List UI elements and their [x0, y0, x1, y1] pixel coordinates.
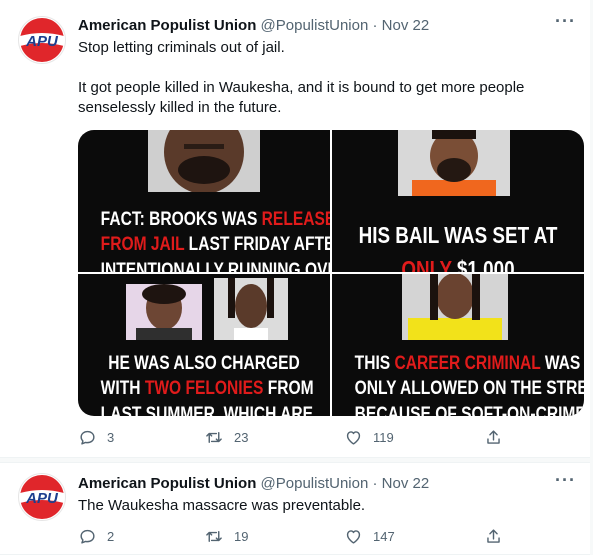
handle[interactable]: @PopulistUnion — [261, 17, 369, 34]
mugshot-photo — [126, 284, 202, 340]
retweet-arrows-icon — [206, 531, 222, 542]
like-button[interactable]: 119 — [344, 428, 394, 447]
tweet-header: American Populist Union @PopulistUnion ·… — [78, 17, 429, 34]
timeline: APU American Populist Union @PopulistUni… — [0, 0, 593, 555]
retweet-button[interactable]: 19 — [204, 527, 248, 546]
more-options-icon[interactable]: ··· — [555, 11, 576, 32]
caption-line: HE WAS ALSO CHARGED — [108, 353, 300, 374]
action-bar: 2 19 147 — [78, 527, 518, 547]
mugshot-photo — [402, 274, 508, 340]
caption-line: BECAUSE OF SOFT-ON-CRIME — [354, 404, 584, 416]
retweet-arrows-icon — [206, 432, 222, 443]
reply-count: 3 — [107, 430, 115, 445]
tweet[interactable]: APU American Populist Union @PopulistUni… — [0, 0, 590, 458]
mugshot-photo — [398, 130, 510, 196]
caption-line: HIS BAIL WAS SET AT — [358, 222, 558, 248]
media-image[interactable]: HIS BAIL WAS SET AT ONLY $1,000 — [332, 130, 584, 272]
share-button[interactable] — [484, 428, 503, 447]
retweet-count: 19 — [234, 529, 249, 544]
retweet-button[interactable]: 23 — [204, 428, 248, 447]
heart-icon — [346, 530, 361, 544]
reply-button[interactable]: 2 — [78, 527, 114, 546]
tweet-header: American Populist Union @PopulistUnion ·… — [78, 475, 429, 492]
share-upload-icon — [487, 529, 500, 543]
speech-bubble-icon — [80, 529, 95, 544]
display-name[interactable]: American Populist Union — [78, 475, 256, 492]
tweet-text-line: The Waukesha massacre was preventable. — [78, 497, 366, 514]
caption-line: ONLY $1,000 — [401, 256, 515, 272]
media-image[interactable]: FACT: BROOKS WAS RELEASED FROM JAIL LAST… — [78, 130, 330, 272]
heart-icon — [346, 431, 361, 445]
caption-line: WITH TWO FELONIES FROM — [100, 378, 314, 399]
media-image[interactable]: HE WAS ALSO CHARGED WITH TWO FELONIES FR… — [78, 274, 330, 416]
mugshot-photo — [214, 278, 288, 340]
reply-button[interactable]: 3 — [78, 428, 114, 447]
tweet-text-line: Stop letting criminals out of jail. — [78, 39, 285, 56]
reply-count: 2 — [107, 529, 115, 544]
caption-line: FACT: BROOKS WAS RELEASED — [100, 209, 330, 230]
tweet-date[interactable]: Nov 22 — [382, 475, 430, 492]
mugshot-photo — [148, 130, 260, 192]
share-upload-icon — [487, 430, 500, 444]
caption-line: FROM JAIL LAST FRIDAY AFTER — [100, 234, 330, 255]
avatar[interactable]: APU — [18, 16, 66, 64]
tweet-text-line: It got people killed in Waukesha, and it… — [78, 79, 525, 116]
media-grid[interactable]: FACT: BROOKS WAS RELEASED FROM JAIL LAST… — [78, 130, 584, 416]
display-name[interactable]: American Populist Union — [78, 17, 256, 34]
tweet-date[interactable]: Nov 22 — [382, 17, 430, 34]
media-image[interactable]: THIS CAREER CRIMINAL WAS ONLY ALLOWED ON… — [332, 274, 584, 416]
caption-line: THIS CAREER CRIMINAL WAS — [354, 353, 581, 374]
action-bar: 3 23 119 — [78, 428, 518, 448]
separator-dot: · — [372, 17, 378, 34]
avatar-logo-text: APU — [25, 33, 59, 50]
retweet-count: 23 — [234, 430, 249, 445]
like-count: 147 — [373, 529, 395, 544]
more-options-icon[interactable]: ··· — [555, 470, 576, 491]
avatar-logo-text: APU — [25, 490, 59, 507]
caption-line: LAST SUMMER, WHICH ARE — [100, 404, 314, 416]
avatar[interactable]: APU — [18, 473, 66, 521]
separator-dot: · — [372, 475, 378, 492]
caption-line: INTENTIONALLY RUNNING OVER — [100, 260, 330, 272]
tweet-text: Stop letting criminals out of jail. It g… — [78, 38, 568, 118]
like-button[interactable]: 147 — [344, 527, 395, 546]
tweet[interactable]: APU American Populist Union @PopulistUni… — [0, 462, 590, 555]
speech-bubble-icon — [80, 430, 95, 445]
tweet-text: The Waukesha massacre was preventable. — [78, 496, 568, 516]
like-count: 119 — [373, 430, 394, 445]
share-button[interactable] — [484, 527, 503, 546]
caption-line: ONLY ALLOWED ON THE STREETS — [354, 378, 584, 399]
handle[interactable]: @PopulistUnion — [261, 475, 369, 492]
